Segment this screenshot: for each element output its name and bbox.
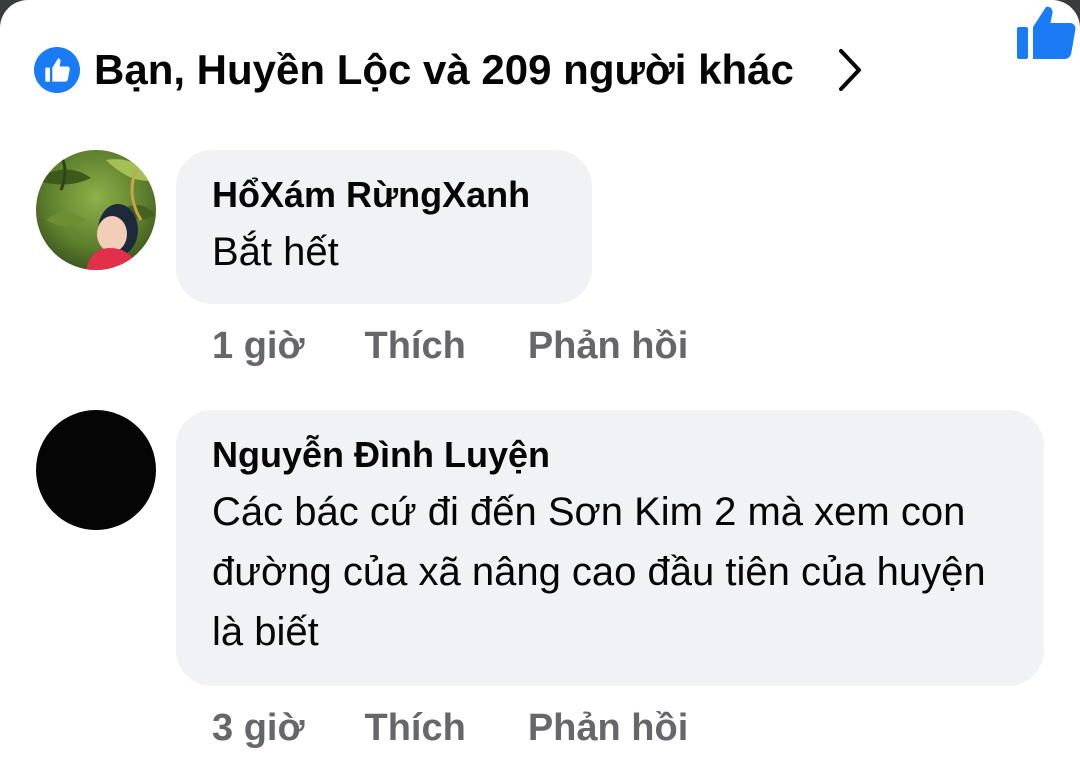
comment-author[interactable]: HổXám RừngXanh [212, 172, 556, 218]
like-button[interactable]: Thích [364, 707, 465, 750]
comment-actions: 1 giờ Thích Phản hồi [212, 325, 688, 368]
comment-bubble[interactable]: Nguyễn Đình Luyện Các bác cứ đi đến Sơn … [176, 410, 1044, 686]
comment-text: Các bác cứ đi đến Sơn Kim 2 mà xem con đ… [212, 490, 986, 654]
comment-bubble[interactable]: HổXám RừngXanh Bắt hết [176, 150, 592, 304]
comment-author[interactable]: Nguyễn Đình Luyện [212, 432, 1008, 478]
comment-item: HổXám RừngXanh Bắt hết 1 giờ Thích Phản … [0, 150, 1080, 380]
reply-button[interactable]: Phản hồi [528, 707, 688, 750]
comments-sheet: Bạn, Huyền Lộc và 209 người khác HổXám R… [0, 0, 1080, 776]
comment-actions: 3 giờ Thích Phản hồi [212, 707, 688, 750]
comment-time: 1 giờ [212, 325, 305, 367]
reactions-summary[interactable]: Bạn, Huyền Lộc và 209 người khác [34, 40, 1044, 100]
chevron-right-icon[interactable] [830, 45, 870, 95]
comment-time: 3 giờ [212, 707, 305, 749]
reply-button[interactable]: Phản hồi [528, 325, 688, 368]
comment-item: Nguyễn Đình Luyện Các bác cứ đi đến Sơn … [0, 410, 1080, 760]
reactions-text: Bạn, Huyền Lộc và 209 người khác [94, 46, 794, 93]
thumbs-up-icon[interactable] [1014, 2, 1078, 62]
avatar[interactable] [36, 150, 156, 270]
like-icon [34, 47, 80, 93]
like-button[interactable]: Thích [364, 325, 465, 368]
avatar[interactable] [36, 410, 156, 530]
comment-text: Bắt hết [212, 230, 339, 274]
